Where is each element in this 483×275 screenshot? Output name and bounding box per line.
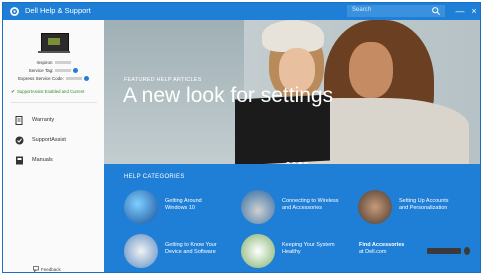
health-thumbnail-icon: [241, 234, 275, 268]
category-wireless[interactable]: Connecting to Wireless and Accessories: [241, 190, 351, 224]
category-label: Connecting to Wireless and Accessories: [282, 198, 362, 212]
category-label: Getting Around Windows 10: [165, 198, 245, 212]
mouse-icon: [464, 247, 470, 255]
device-base: [38, 51, 70, 53]
express-code: Express Service Code:: [3, 76, 104, 82]
category-label: Getting to Know Your Device and Software: [165, 242, 245, 256]
help-categories-title: HELP CATEGORIES: [124, 174, 185, 180]
featured-banner[interactable]: FEATURED HELP ARTICLES A new look for se…: [104, 20, 480, 164]
category-label-line1: Connecting to Wireless: [282, 198, 339, 204]
express-code-redacted: [65, 77, 82, 81]
category-label-line1: Getting to Know Your: [165, 242, 217, 248]
title-bar: Dell Help & Support Search — ×: [3, 3, 480, 20]
express-code-label: Express Service Code:: [18, 76, 64, 81]
keyboard-icon: [427, 248, 461, 254]
accounts-thumbnail-icon: [358, 190, 392, 224]
divider: [11, 102, 97, 103]
search-icon[interactable]: [431, 6, 441, 16]
feedback-icon[interactable]: [33, 266, 39, 272]
service-tag-redacted: [55, 69, 72, 73]
model-number-redacted: [54, 61, 71, 65]
feedback-link[interactable]: Feedback: [41, 267, 61, 272]
check-icon: ✔: [11, 89, 16, 95]
category-accessories[interactable]: Find Accessories at Dell.com: [317, 234, 477, 268]
carousel-dots: [286, 153, 310, 164]
sidebar-item-label: SupportAssist: [32, 137, 66, 143]
service-tag-label: Service Tag:: [28, 68, 54, 73]
category-label-line1: Getting Around: [165, 198, 202, 204]
manual-icon: [16, 156, 23, 165]
status-text[interactable]: SupportAssist Enabled and Current: [17, 89, 84, 94]
model-name: Inspiron: [3, 60, 104, 65]
category-device[interactable]: Getting to Know Your Device and Software: [124, 234, 234, 268]
wireless-thumbnail-icon: [241, 190, 275, 224]
service-tag: Service Tag:: [3, 68, 104, 74]
hero-photo-face: [349, 42, 393, 98]
category-windows[interactable]: Getting Around Windows 10: [124, 190, 234, 224]
app-title: Dell Help & Support: [25, 6, 91, 15]
device-image: [41, 33, 69, 52]
sidebar-item-label: Warranty: [32, 117, 55, 123]
sidebar-item-label: Manuals: [32, 157, 53, 163]
app-window: Dell Help & Support Search — × Inspiron …: [2, 2, 481, 273]
category-accounts[interactable]: Setting Up Accounts and Personalization: [358, 190, 478, 224]
model-label: Inspiron: [36, 60, 53, 65]
windows-thumbnail-icon: [124, 190, 158, 224]
search-input[interactable]: Search: [347, 5, 445, 17]
category-label-line1: Setting Up Accounts: [399, 198, 449, 204]
minimize-button[interactable]: —: [455, 5, 465, 17]
category-label-line2: and Accessories: [282, 205, 323, 211]
category-label-line2: Device and Software: [165, 249, 216, 255]
category-label-line2: and Personalization: [399, 205, 448, 211]
info-icon[interactable]: [83, 76, 89, 82]
device-thumbnail-icon: [124, 234, 158, 268]
sidebar: Inspiron Service Tag: Express Service Co…: [3, 20, 105, 272]
supportassist-icon: [15, 136, 24, 145]
info-icon[interactable]: [73, 68, 79, 74]
hero-title[interactable]: A new look for settings: [123, 84, 333, 108]
search-placeholder: Search: [352, 7, 372, 13]
gear-icon: [10, 7, 19, 16]
help-categories: HELP CATEGORIES Getting Around Windows 1…: [104, 164, 480, 272]
category-label: Setting Up Accounts and Personalization: [399, 198, 479, 212]
featured-label: FEATURED HELP ARTICLES: [124, 77, 202, 83]
close-button[interactable]: ×: [469, 5, 479, 17]
category-label-line2: Windows 10: [165, 205, 195, 211]
warranty-icon: [15, 116, 23, 125]
